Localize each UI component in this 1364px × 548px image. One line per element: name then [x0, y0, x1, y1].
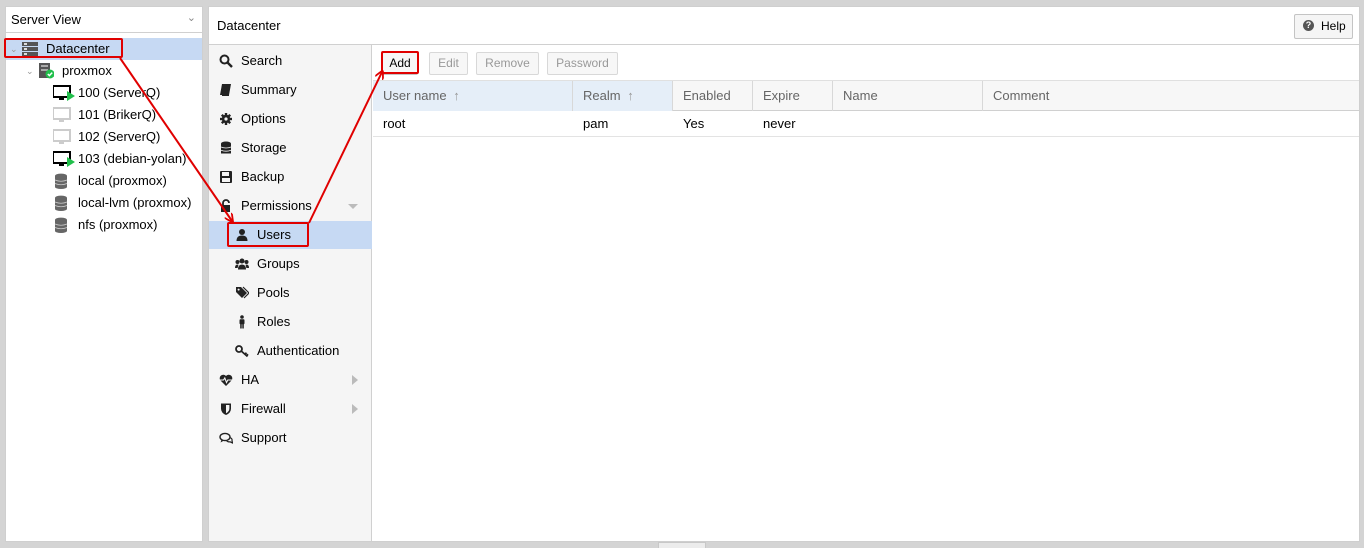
- annotation-arrows: [119, 57, 1364, 548]
- arrow-datacenter-to-users: [119, 57, 232, 221]
- arrow-users-to-add: [308, 72, 382, 224]
- panel-splitter-handle[interactable]: [658, 542, 706, 548]
